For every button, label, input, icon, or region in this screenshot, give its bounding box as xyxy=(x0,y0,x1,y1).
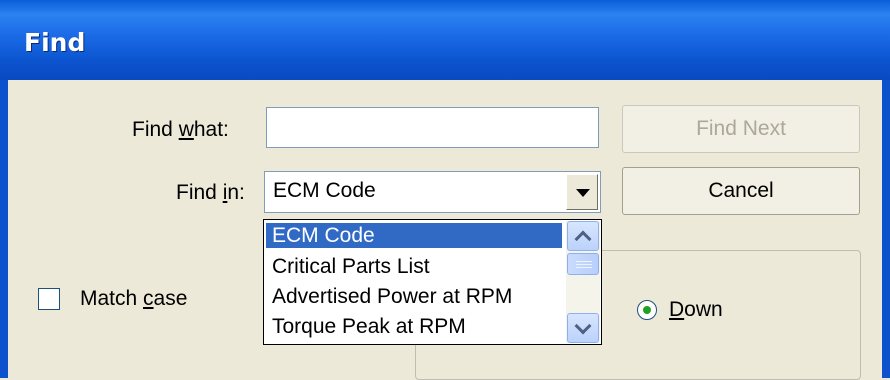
find-what-input[interactable] xyxy=(266,107,599,148)
match-case-label[interactable]: Match case xyxy=(80,287,187,311)
list-item[interactable]: Critical Parts List xyxy=(266,254,562,279)
dropdown-scrollbar[interactable] xyxy=(566,221,600,343)
find-in-dropdown-list[interactable]: ECM Code Critical Parts List Advertised … xyxy=(263,219,602,345)
list-item[interactable]: Torque Peak at RPM xyxy=(266,314,562,339)
window-frame-right xyxy=(882,80,890,378)
cancel-button[interactable]: Cancel xyxy=(622,167,860,215)
title-bar[interactable]: Find xyxy=(0,0,890,80)
window-frame-left xyxy=(0,80,8,378)
window-title: Find xyxy=(24,28,86,57)
chevron-down-icon xyxy=(576,189,590,197)
list-item[interactable]: ECM Code xyxy=(266,223,562,248)
radio-selected-dot xyxy=(643,306,651,314)
find-in-label: Find in: xyxy=(176,181,245,204)
scroll-thumb[interactable] xyxy=(567,253,599,275)
chevron-up-icon xyxy=(574,230,592,248)
scroll-up-button[interactable] xyxy=(567,221,599,251)
scroll-down-button[interactable] xyxy=(567,313,599,343)
match-case-checkbox[interactable] xyxy=(38,288,60,310)
find-what-label: Find what: xyxy=(132,118,229,141)
find-next-button[interactable]: Find Next xyxy=(622,105,860,153)
find-in-combobox[interactable]: ECM Code xyxy=(264,171,601,213)
chevron-down-icon xyxy=(574,317,592,335)
find-in-value: ECM Code xyxy=(273,179,376,202)
down-radio[interactable] xyxy=(637,300,657,320)
down-label[interactable]: Down xyxy=(669,298,723,322)
dropdown-arrow-button[interactable] xyxy=(566,174,598,210)
list-item[interactable]: Advertised Power at RPM xyxy=(266,284,562,309)
